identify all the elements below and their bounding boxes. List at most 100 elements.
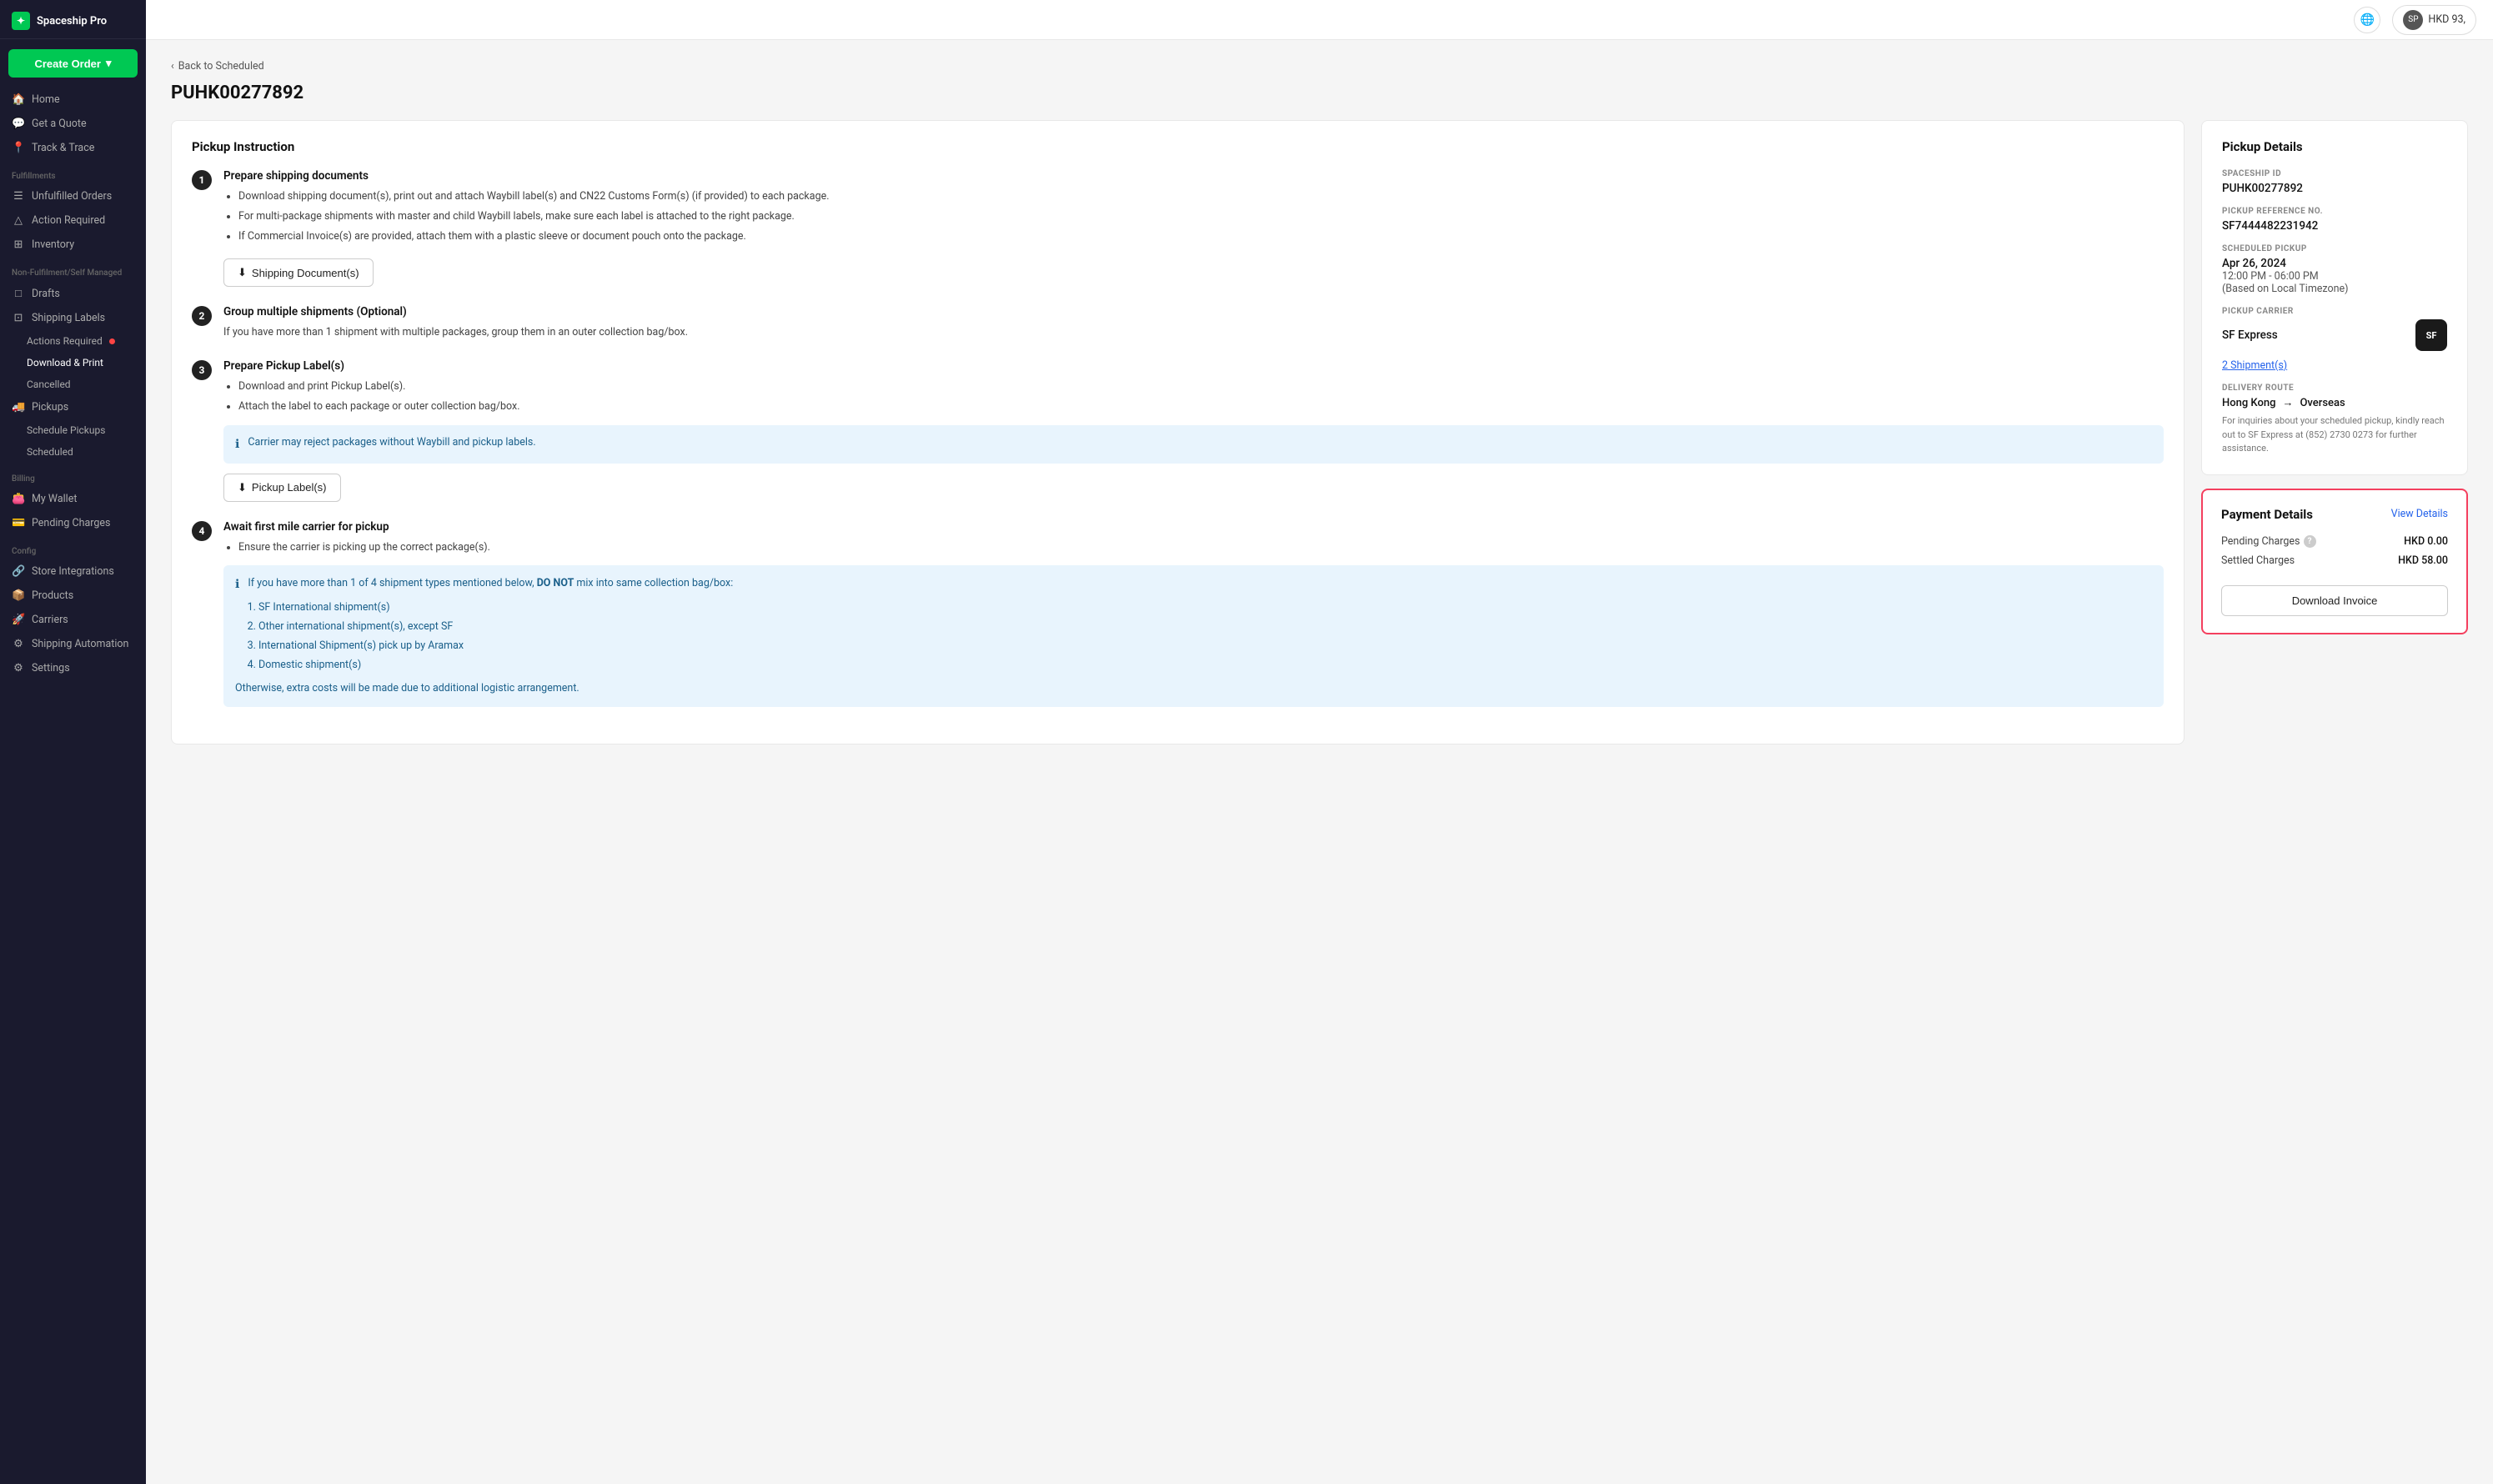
sidebar-item-settings[interactable]: ⚙ Settings — [0, 656, 146, 680]
sidebar-item-get-a-quote[interactable]: 💬 Get a Quote — [0, 112, 146, 136]
sidebar-item-quote-label: Get a Quote — [32, 118, 87, 130]
unfulfilled-icon: ☰ — [12, 190, 25, 203]
settled-charges-amount: HKD 58.00 — [2398, 554, 2448, 567]
step-3-title: Prepare Pickup Label(s) — [223, 359, 2164, 373]
step-1-bullet-3: If Commercial Invoice(s) are provided, a… — [238, 229, 2164, 245]
sidebar: ✦ Spaceship Pro Create Order ▾ 🏠 Home 💬 … — [0, 0, 146, 1484]
pending-charges-amount: HKD 0.00 — [2404, 535, 2448, 548]
sidebar-item-download-print[interactable]: Download & Print — [0, 352, 146, 374]
step-3-content: Prepare Pickup Label(s) Download and pri… — [223, 359, 2164, 502]
globe-button[interactable]: 🌐 — [2354, 7, 2380, 33]
integrations-icon: 🔗 — [12, 565, 25, 578]
logo-icon: ✦ — [12, 12, 30, 30]
value-scheduled-pickup-note: (Based on Local Timezone) — [2222, 283, 2447, 295]
sidebar-item-scheduled[interactable]: Scheduled — [0, 441, 146, 463]
sidebar-item-drafts[interactable]: □ Drafts — [0, 281, 146, 306]
info-icon-2: ℹ — [235, 575, 239, 594]
step-3-alert-text: Carrier may reject packages without Wayb… — [248, 435, 535, 451]
step-4-title: Await first mile carrier for pickup — [223, 520, 2164, 534]
sidebar-item-home[interactable]: 🏠 Home — [0, 88, 146, 112]
settled-charges-text: Settled Charges — [2221, 554, 2295, 567]
label-pickup-ref: PICKUP REFERENCE NO. — [2222, 207, 2447, 216]
shipping-document-button[interactable]: ⬇ Shipping Document(s) — [223, 258, 374, 287]
step-1-bullets: Download shipping document(s), print out… — [223, 189, 2164, 244]
back-link[interactable]: ‹ Back to Scheduled — [171, 60, 2468, 73]
sidebar-item-unfulfilled-label: Unfulfilled Orders — [32, 190, 112, 203]
sidebar-item-carriers[interactable]: 🚀 Carriers — [0, 608, 146, 632]
pickup-instruction-title: Pickup Instruction — [192, 139, 2164, 154]
step-1: 1 Prepare shipping documents Download sh… — [192, 169, 2164, 287]
settings-icon: ⚙ — [12, 662, 25, 674]
pending-icon: 💳 — [12, 517, 25, 529]
download-icon: ⬇ — [238, 266, 247, 279]
sidebar-item-carriers-label: Carriers — [32, 614, 68, 626]
sidebar-item-my-wallet[interactable]: 👛 My Wallet — [0, 487, 146, 511]
sidebar-item-store-integrations[interactable]: 🔗 Store Integrations — [0, 559, 146, 584]
step-4: 4 Await first mile carrier for pickup En… — [192, 520, 2164, 707]
step-2-num: 2 — [192, 306, 212, 326]
sidebar-item-action-label: Action Required — [32, 214, 105, 227]
sidebar-item-inventory-label: Inventory — [32, 238, 74, 251]
step-4-info-box: ℹ If you have more than 1 of 4 shipment … — [223, 565, 2164, 706]
sidebar-item-labels-label: Shipping Labels — [32, 312, 105, 324]
sidebar-item-inventory[interactable]: ⊞ Inventory — [0, 233, 146, 257]
sidebar-item-products[interactable]: 📦 Products — [0, 584, 146, 608]
value-pickup-ref: SF7444482231942 — [2222, 219, 2447, 233]
sidebar-item-products-label: Products — [32, 589, 73, 602]
sidebar-item-cancelled[interactable]: Cancelled — [0, 374, 146, 395]
sidebar-item-shipping-automation[interactable]: ⚙ Shipping Automation — [0, 632, 146, 656]
step-2-info: If you have more than 1 shipment with mu… — [223, 325, 2164, 341]
quote-icon: 💬 — [12, 118, 25, 130]
sidebar-item-shipping-labels[interactable]: ⊡ Shipping Labels — [0, 306, 146, 330]
step-4-list-3: International Shipment(s) pick up by Ara… — [258, 638, 2152, 654]
step-2: 2 Group multiple shipments (Optional) If… — [192, 305, 2164, 341]
step-4-list-2: Other international shipment(s), except … — [258, 619, 2152, 635]
shipment-link[interactable]: 2 Shipment(s) — [2222, 359, 2287, 372]
download-invoice-button[interactable]: Download Invoice — [2221, 585, 2448, 616]
actions-required-label: Actions Required — [27, 335, 103, 347]
section-label-non-fulfillment: Non-Fulfilment/Self Managed — [0, 257, 146, 281]
sidebar-item-action-required[interactable]: △ Action Required — [0, 208, 146, 233]
step-4-content: Await first mile carrier for pickup Ensu… — [223, 520, 2164, 707]
avatar: SP — [2403, 10, 2423, 30]
topbar: 🌐 SP HKD 93, — [146, 0, 2493, 40]
wallet-balance-button[interactable]: SP HKD 93, — [2392, 5, 2476, 35]
step-3-bullets: Download and print Pickup Label(s). Atta… — [223, 379, 2164, 415]
pickup-label-btn-text: Pickup Label(s) — [252, 481, 327, 494]
pickup-instruction-card: Pickup Instruction 1 Prepare shipping do… — [171, 120, 2185, 745]
back-chevron: ‹ — [171, 60, 174, 73]
pending-help-icon[interactable]: ? — [2304, 535, 2316, 548]
schedule-pickups-label: Schedule Pickups — [27, 424, 105, 436]
route-to: Overseas — [2300, 397, 2345, 409]
step-1-bullet-1: Download shipping document(s), print out… — [238, 189, 2164, 205]
route-note: For inquiries about your scheduled picku… — [2222, 414, 2447, 456]
avatar-initials: SP — [2408, 15, 2418, 24]
payment-details-card: Payment Details View Details Pending Cha… — [2201, 489, 2468, 634]
right-column: Pickup Details SPACESHIP ID PUHK00277892… — [2201, 120, 2468, 634]
page-title: PUHK00277892 — [171, 83, 2468, 103]
pickup-details-card: Pickup Details SPACESHIP ID PUHK00277892… — [2201, 120, 2468, 475]
step-4-info-header-text: If you have more than 1 of 4 shipment ty… — [248, 575, 733, 594]
sidebar-item-pickups[interactable]: 🚚 Pickups — [0, 395, 146, 419]
value-scheduled-pickup-date: Apr 26, 2024 — [2222, 257, 2447, 270]
sidebar-item-actions-required[interactable]: Actions Required — [0, 330, 146, 352]
step-3-bullet-1: Download and print Pickup Label(s). — [238, 379, 2164, 395]
sidebar-item-automation-label: Shipping Automation — [32, 638, 128, 650]
step-1-content: Prepare shipping documents Download ship… — [223, 169, 2164, 287]
sidebar-item-unfulfilled-orders[interactable]: ☰ Unfulfilled Orders — [0, 184, 146, 208]
sidebar-item-pending-charges[interactable]: 💳 Pending Charges — [0, 511, 146, 535]
home-icon: 🏠 — [12, 93, 25, 106]
step-4-info-header: ℹ If you have more than 1 of 4 shipment … — [235, 575, 2152, 594]
create-order-button[interactable]: Create Order ▾ — [8, 49, 138, 78]
sidebar-item-schedule-pickups[interactable]: Schedule Pickups — [0, 419, 146, 441]
sidebar-item-settings-label: Settings — [32, 662, 70, 674]
pickup-label-button[interactable]: ⬇ Pickup Label(s) — [223, 474, 341, 502]
view-details-link[interactable]: View Details — [2391, 508, 2448, 520]
shipping-doc-label: Shipping Document(s) — [252, 267, 359, 279]
sidebar-item-home-label: Home — [32, 93, 60, 106]
carriers-icon: 🚀 — [12, 614, 25, 626]
step-4-bullet-1: Ensure the carrier is picking up the cor… — [238, 540, 2164, 556]
label-delivery-route: DELIVERY ROUTE — [2222, 384, 2447, 393]
sidebar-item-track-trace[interactable]: 📍 Track & Trace — [0, 136, 146, 160]
logo-text: Spaceship Pro — [37, 15, 107, 28]
